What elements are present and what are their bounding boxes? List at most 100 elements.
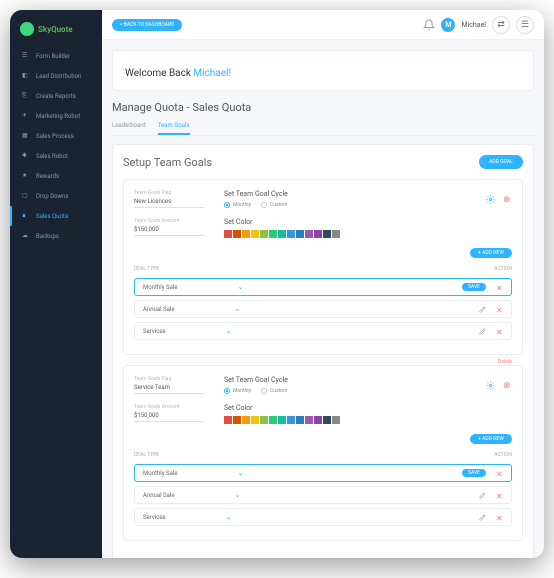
radio-monthly[interactable]: Monthly: [224, 388, 251, 394]
sidebar-item-marketing-robot[interactable]: ✈Marketing Robot: [10, 106, 102, 126]
color-swatch[interactable]: [233, 230, 241, 238]
sidebar-item-label: Sales Quota: [36, 213, 68, 220]
gear-icon[interactable]: [486, 195, 495, 204]
color-swatch[interactable]: [305, 230, 313, 238]
sidebar-item-label: Sales Process: [36, 133, 74, 140]
deal-select[interactable]: Monthly Sale⌄: [143, 469, 243, 477]
team-flag-value[interactable]: New Licences: [134, 198, 204, 208]
deal-select[interactable]: Annual Sale⌄: [143, 305, 240, 313]
radio-custom[interactable]: Custom: [261, 202, 287, 208]
topbar: < BACK TO DASHBOARD M Michael ⇄ ☰: [102, 10, 544, 40]
deal-type-header: DEAL TYPE: [134, 452, 159, 458]
sidebar-item-label: Sales Robot: [36, 153, 68, 160]
sidebar-item-label: Form Builder: [36, 53, 70, 60]
welcome-banner: Welcome Back Michael!: [112, 50, 534, 91]
edit-icon[interactable]: [479, 514, 486, 521]
nav-icon: ✈: [22, 112, 30, 120]
sidebar-item-rewards[interactable]: ★Rewards: [10, 166, 102, 186]
sidebar-item-backups[interactable]: ☁Backups: [10, 226, 102, 246]
remove-icon[interactable]: ✕: [496, 470, 503, 477]
color-swatch[interactable]: [296, 416, 304, 424]
sidebar-item-sales-quota[interactable]: ∎Sales Quota: [10, 206, 102, 226]
gear-icon[interactable]: [486, 381, 495, 390]
edit-icon[interactable]: [479, 492, 486, 499]
cycle-label: Set Team Goal Cycle: [224, 376, 466, 384]
color-swatch[interactable]: [269, 416, 277, 424]
edit-icon[interactable]: [479, 306, 486, 313]
goal-block: Team Goals FlagNew LicencesSet Team Goal…: [123, 179, 523, 355]
deal-select[interactable]: Annual Sale⌄: [143, 491, 240, 499]
color-label: Set Color: [224, 404, 512, 412]
color-swatch[interactable]: [278, 416, 286, 424]
sidebar-item-form-builder[interactable]: ☰Form Builder: [10, 46, 102, 66]
remove-icon[interactable]: ✕: [496, 492, 503, 499]
nav-icon: ▢: [22, 192, 30, 200]
color-swatch[interactable]: [224, 416, 232, 424]
goal-amount-value[interactable]: $150,000: [134, 226, 204, 236]
color-label: Set Color: [224, 218, 512, 226]
color-swatch[interactable]: [323, 416, 331, 424]
deal-select[interactable]: Services⌄: [143, 513, 232, 521]
tab-leaderboard[interactable]: Leaderboard: [112, 122, 146, 135]
menu-icon[interactable]: ☰: [516, 16, 534, 34]
color-swatch[interactable]: [287, 416, 295, 424]
color-swatch[interactable]: [260, 230, 268, 238]
color-swatch[interactable]: [287, 230, 295, 238]
tab-team-goals[interactable]: Team Goals: [158, 122, 190, 135]
color-swatch[interactable]: [260, 416, 268, 424]
save-button[interactable]: SAVE: [462, 469, 486, 477]
color-swatch[interactable]: [332, 230, 340, 238]
remove-icon[interactable]: ✕: [496, 306, 503, 313]
remove-icon[interactable]: ✕: [496, 514, 503, 521]
color-swatch[interactable]: [314, 416, 322, 424]
welcome-name: Michael!: [193, 68, 231, 79]
cycle-label: Set Team Goal Cycle: [224, 190, 466, 198]
team-flag-value[interactable]: Service Team: [134, 384, 204, 394]
add-new-button[interactable]: + ADD NEW: [470, 434, 512, 444]
chevron-down-icon: ⌄: [238, 283, 244, 291]
edit-icon[interactable]: [479, 328, 486, 335]
delete-icon[interactable]: ⊗: [503, 195, 512, 204]
color-swatch[interactable]: [314, 230, 322, 238]
color-swatch[interactable]: [242, 416, 250, 424]
panel-title: Setup Team Goals: [123, 156, 212, 169]
color-swatch[interactable]: [233, 416, 241, 424]
remove-icon[interactable]: ✕: [496, 328, 503, 335]
radio-monthly[interactable]: Monthly: [224, 202, 251, 208]
color-swatch[interactable]: [278, 230, 286, 238]
deal-select[interactable]: Services⌄: [143, 327, 232, 335]
color-swatch[interactable]: [269, 230, 277, 238]
color-swatch[interactable]: [242, 230, 250, 238]
color-swatch[interactable]: [323, 230, 331, 238]
chevron-down-icon: ⌄: [235, 305, 241, 313]
sidebar-item-label: Create Reports: [36, 93, 76, 100]
color-swatch[interactable]: [251, 230, 259, 238]
color-swatch[interactable]: [305, 416, 313, 424]
bell-icon[interactable]: [423, 19, 435, 31]
sidebar: SkyQuote ☰Form Builder◧Lead Distribution…: [10, 10, 102, 558]
delete-icon[interactable]: ⊗: [503, 381, 512, 390]
sidebar-item-label: Lead Distribution: [36, 73, 81, 80]
color-swatch[interactable]: [224, 230, 232, 238]
color-swatch[interactable]: [251, 416, 259, 424]
status-icon[interactable]: ⇄: [492, 16, 510, 34]
goal-amount-value[interactable]: $150,000: [134, 412, 204, 422]
back-to-dashboard-button[interactable]: < BACK TO DASHBOARD: [112, 19, 182, 31]
sidebar-item-lead-distribution[interactable]: ◧Lead Distribution: [10, 66, 102, 86]
add-new-button[interactable]: + ADD NEW: [470, 248, 512, 258]
sidebar-item-sales-robot[interactable]: ✱Sales Robot: [10, 146, 102, 166]
sidebar-item-sales-process[interactable]: ▦Sales Process: [10, 126, 102, 146]
sidebar-item-create-reports[interactable]: ⎘Create Reports: [10, 86, 102, 106]
color-swatch[interactable]: [296, 230, 304, 238]
save-button[interactable]: SAVE: [462, 283, 486, 291]
logo-icon: [20, 22, 34, 36]
color-swatch[interactable]: [332, 416, 340, 424]
sidebar-item-drop-downs[interactable]: ▢ Drop Downs: [10, 186, 102, 206]
deal-select[interactable]: Monthly Sale⌄: [143, 283, 243, 291]
team-goals-panel: Setup Team Goals ADD GOAL Team Goals Fla…: [112, 144, 534, 558]
remove-icon[interactable]: ✕: [496, 284, 503, 291]
avatar[interactable]: M: [441, 18, 455, 32]
radio-custom[interactable]: Custom: [261, 388, 287, 394]
add-goal-button[interactable]: ADD GOAL: [479, 155, 523, 169]
sidebar-item-label: Drop Downs: [36, 193, 68, 200]
